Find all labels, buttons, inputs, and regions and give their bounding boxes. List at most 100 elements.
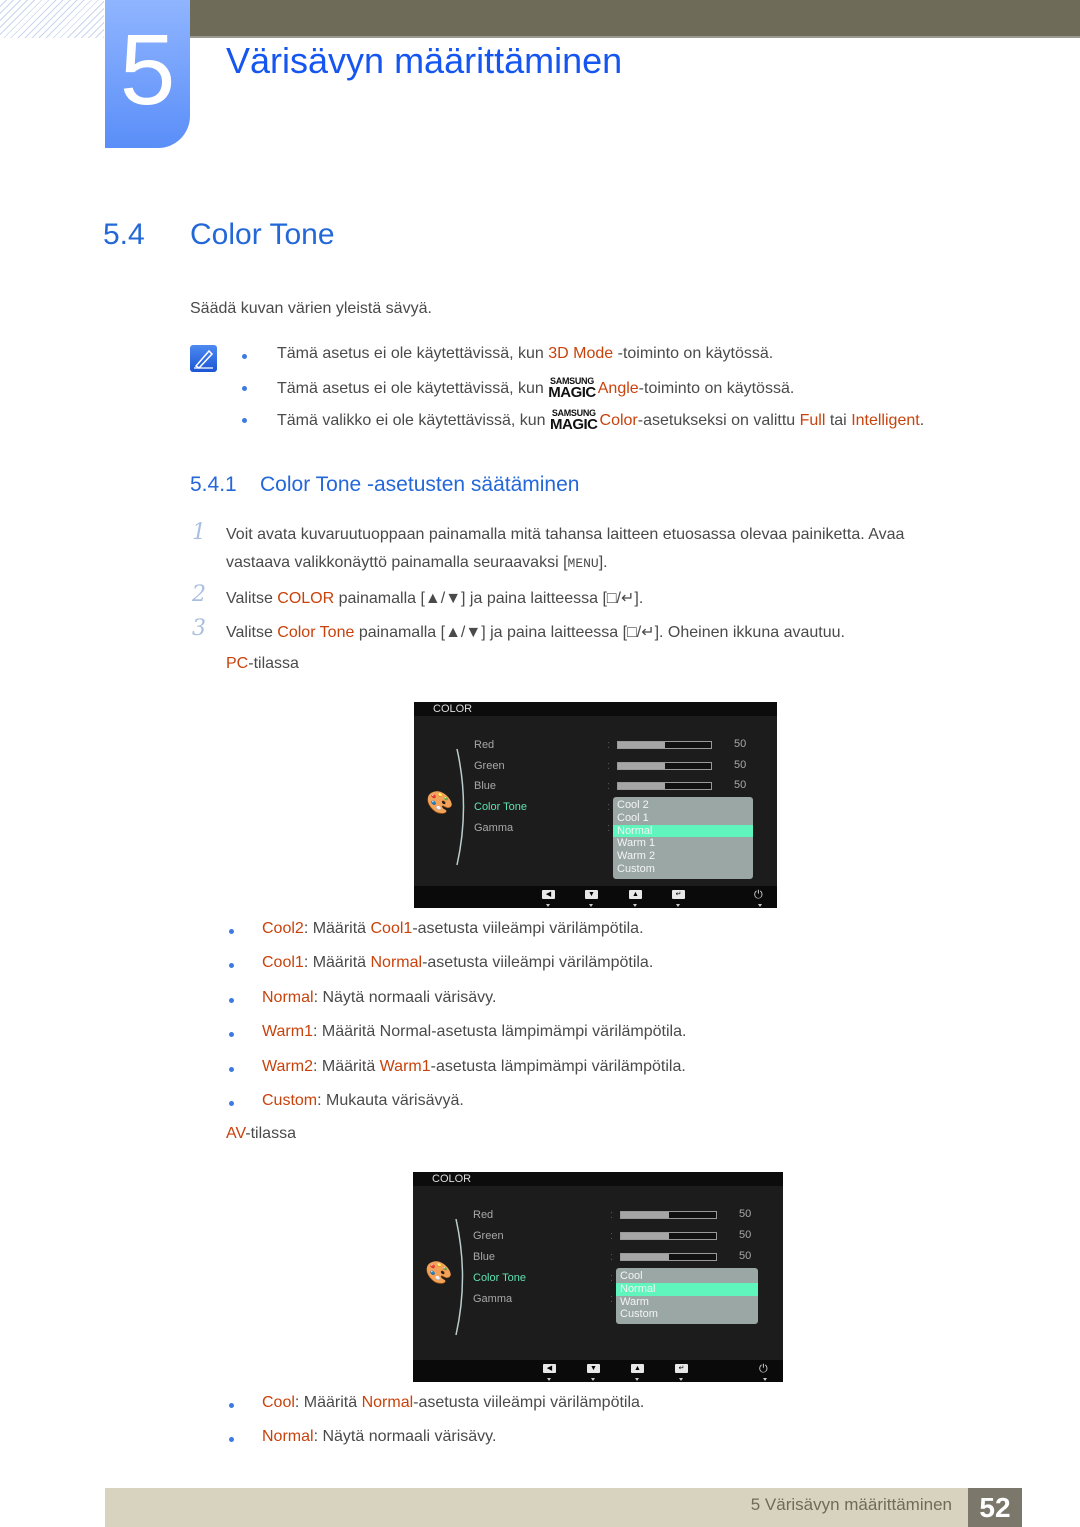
bullet-icon bbox=[229, 929, 234, 934]
arrow-down-icon bbox=[589, 904, 593, 907]
osd-slider-value: 50 bbox=[734, 779, 747, 792]
osd-option[interactable]: Custom bbox=[616, 1308, 758, 1321]
osd-slider bbox=[620, 1253, 717, 1261]
bullet-icon bbox=[229, 1067, 234, 1072]
text-segment: : Määritä Normal-asetusta lämpimämpi vär… bbox=[312, 1023, 687, 1040]
osd-menu-item: Blue bbox=[474, 780, 497, 793]
highlight-term: Normal bbox=[262, 989, 314, 1006]
osd-menu-item: Red bbox=[474, 739, 495, 751]
tone-option-description: Cool2: Määritä Cool1-asetusta viileämpi … bbox=[262, 920, 644, 938]
osd-dropdown: Cool 2 Cool 1 Normal Warm 1 Warm 2 Custom bbox=[613, 797, 753, 879]
text-segment: Voit avata kuvaruutuoppaan painamalla mi… bbox=[226, 526, 905, 543]
osd-title: COLOR bbox=[414, 702, 777, 716]
osd-option[interactable]: Custom bbox=[613, 863, 753, 876]
osd-option[interactable]: Warm bbox=[616, 1296, 758, 1309]
osd-option[interactable]: Warm 2 bbox=[613, 850, 753, 863]
text-segment: Valitse bbox=[226, 590, 278, 607]
text-segment: ]. bbox=[598, 554, 608, 571]
note-icon bbox=[190, 345, 217, 372]
down-icon[interactable]: ▼ bbox=[585, 890, 598, 899]
up-icon[interactable]: ▲ bbox=[631, 1364, 644, 1373]
highlight-term: Custom bbox=[262, 1092, 318, 1109]
osd-colon: : bbox=[610, 1272, 614, 1284]
text-segment: -toiminto on käytössä. bbox=[613, 345, 774, 362]
text-segment: : Mukauta värisävyä. bbox=[317, 1092, 464, 1109]
arrow-down-icon bbox=[679, 1378, 683, 1381]
osd-slider bbox=[620, 1232, 717, 1240]
arrow-down-icon bbox=[763, 1378, 767, 1381]
osd-slider-value: 50 bbox=[739, 1250, 752, 1262]
up-icon[interactable]: ▲ bbox=[629, 890, 642, 899]
arrow-down-icon bbox=[591, 1378, 595, 1381]
osd-option[interactable]: Cool bbox=[616, 1270, 758, 1283]
tone-option-description: Warm2: Määritä Warm1-asetusta lämpimämpi… bbox=[262, 1058, 686, 1076]
osd-button-bar: ◀ ▼ ▲ ↵ ⏻ bbox=[413, 1360, 783, 1382]
highlight-term: Color bbox=[599, 412, 638, 429]
note-item: Tämä valikko ei ole käytettävissä, kun S… bbox=[277, 409, 924, 433]
note-item: Tämä asetus ei ole käytettävissä, kun 3D… bbox=[277, 345, 773, 363]
text-segment: painamalla [▲/▼] ja paina laitteessa [□/… bbox=[354, 624, 845, 641]
tone-option-description: Cool: Määritä Normal-asetusta viileämpi … bbox=[262, 1394, 644, 1412]
osd-option[interactable]: Cool 1 bbox=[613, 812, 753, 825]
text-segment: : Määritä bbox=[294, 1394, 362, 1411]
step-number: 1 bbox=[192, 520, 206, 545]
osd-button-bar: ◀ ▼ ▲ ↵ ⏻ bbox=[414, 886, 777, 908]
osd-menu-item: Green bbox=[473, 1230, 504, 1242]
tone-option-description: Normal: Näytä normaali värisävy. bbox=[262, 989, 496, 1007]
text-segment: -asetusta viileämpi värilämpötila. bbox=[412, 920, 644, 937]
osd-menu-item: Green bbox=[474, 759, 505, 772]
step-text: Voit avata kuvaruutuoppaan painamalla mi… bbox=[226, 526, 904, 544]
power-icon[interactable]: ⏻ bbox=[754, 889, 763, 902]
osd-option[interactable]: Normal bbox=[616, 1282, 758, 1296]
osd-option[interactable]: Normal bbox=[613, 824, 753, 838]
section-number: 5.4 bbox=[103, 218, 145, 251]
bullet-icon bbox=[229, 1437, 234, 1442]
down-icon[interactable]: ▼ bbox=[587, 1364, 600, 1373]
enter-icon[interactable]: ↵ bbox=[675, 1364, 688, 1373]
palette-icon: 🎨 bbox=[426, 790, 454, 815]
osd-menu-item: Red bbox=[473, 1209, 494, 1221]
osd-colon: : bbox=[607, 780, 611, 793]
highlight-term: Color Tone bbox=[277, 624, 355, 641]
osd-slider bbox=[617, 741, 712, 749]
osd-colon: : bbox=[607, 801, 611, 814]
enter-icon[interactable]: ↵ bbox=[672, 890, 685, 899]
osd-option[interactable]: Warm 1 bbox=[613, 837, 753, 850]
osd-menu-item: Color Tone bbox=[473, 1272, 526, 1284]
text-segment: Tämä valikko ei ole käytettävissä, kun bbox=[277, 412, 551, 429]
osd-option[interactable]: Cool 2 bbox=[613, 799, 753, 812]
highlight-term: Normal bbox=[361, 1394, 414, 1411]
text-segment: Tämä asetus ei ole käytettävissä, kun bbox=[277, 345, 549, 362]
highlight-term: PC bbox=[226, 655, 249, 672]
step-text: Valitse COLOR painamalla [▲/▼] ja paina … bbox=[226, 588, 643, 608]
text-segment: : Määritä bbox=[303, 920, 371, 937]
osd-menu-item: Gamma bbox=[474, 821, 514, 834]
text-segment: : Määritä bbox=[303, 954, 371, 971]
text-segment: -asetusta viileämpi värilämpötila. bbox=[422, 954, 654, 971]
highlight-term: Cool bbox=[262, 1394, 295, 1411]
bullet-icon bbox=[229, 963, 234, 968]
text-segment: -asetukseksi on valittu bbox=[637, 412, 800, 429]
highlight-term: Normal bbox=[370, 954, 423, 971]
bullet-icon bbox=[242, 418, 247, 423]
osd-colon: : bbox=[607, 739, 611, 751]
key-label: MENU bbox=[567, 556, 599, 571]
text-segment: : Näytä normaali värisävy. bbox=[313, 989, 497, 1006]
arrow-down-icon bbox=[758, 904, 762, 907]
chapter-title: Värisävyn määrittäminen bbox=[226, 40, 623, 81]
left-icon[interactable]: ◀ bbox=[542, 890, 555, 899]
bullet-icon bbox=[229, 1032, 234, 1037]
header-hatch bbox=[0, 0, 104, 38]
osd-slider bbox=[617, 761, 712, 770]
chapter-number: 5 bbox=[105, 0, 190, 148]
osd-slider bbox=[620, 1211, 717, 1219]
power-icon[interactable]: ⏻ bbox=[759, 1363, 768, 1376]
left-icon[interactable]: ◀ bbox=[543, 1364, 556, 1373]
arrow-down-icon bbox=[547, 1378, 551, 1381]
highlight-term: Warm1 bbox=[379, 1058, 431, 1075]
subsection-title: Color Tone -asetusten säätäminen bbox=[260, 473, 580, 496]
text-segment: tai bbox=[825, 412, 852, 429]
highlight-term: Angle bbox=[597, 380, 639, 397]
osd-menu-item: Color Tone bbox=[474, 801, 527, 814]
page-number: 52 bbox=[968, 1488, 1022, 1527]
